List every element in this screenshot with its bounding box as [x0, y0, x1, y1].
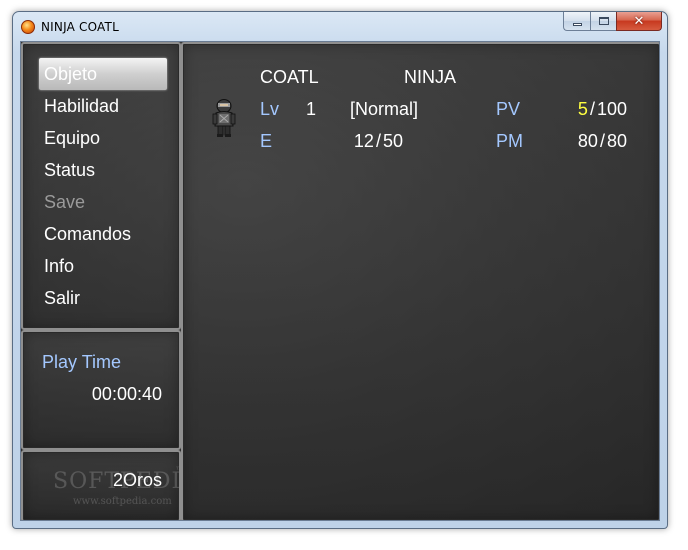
level-value: 1 — [306, 99, 317, 119]
close-icon: ✕ — [633, 13, 645, 29]
gold-window: SOFTPEDIA ™ www.softpedia.com 2 Oros — [21, 450, 181, 520]
menu-item-save: Save — [39, 186, 167, 218]
mp-readout: 80 / 80 — [547, 130, 627, 152]
menu-item-status[interactable]: Status — [39, 154, 167, 186]
app-window: NINJA COATL ✕ Objeto Habilidad Equipo St… — [12, 11, 668, 529]
menu-item-comandos[interactable]: Comandos — [39, 218, 167, 250]
exp-current: 12 — [353, 131, 374, 151]
menu-item-label: Save — [44, 192, 86, 212]
mp-label: PM — [496, 131, 523, 151]
ninja-character-sprite — [212, 99, 236, 137]
actor-name: COATL — [260, 67, 319, 87]
playtime-value: 00:00:40 — [91, 384, 162, 404]
menu-item-salir[interactable]: Salir — [39, 282, 167, 314]
playtime-window: Play Time 00:00:40 — [21, 330, 181, 450]
menu-item-habilidad[interactable]: Habilidad — [39, 90, 167, 122]
gold-amount: 2 Oros — [113, 469, 162, 491]
mp-current: 80 — [577, 131, 598, 151]
actor-class: NINJA — [404, 67, 457, 87]
exp-readout: 12 / 50 — [323, 130, 403, 152]
hp-readout: 5 / 100 — [547, 98, 627, 120]
menu-item-label: Equipo — [44, 128, 101, 148]
hp-max: 100 — [596, 99, 627, 119]
playtime-label: Play Time — [42, 352, 122, 372]
party-status-window: COATL NINJA Lv 1 [Normal] PV 5 / 100 E 1… — [181, 42, 659, 520]
minimize-button[interactable] — [563, 12, 590, 31]
menu-item-label: Objeto — [44, 64, 98, 84]
mp-max: 80 — [606, 131, 627, 151]
maximize-icon — [598, 17, 609, 25]
title-bar[interactable]: NINJA COATL ✕ — [13, 12, 667, 41]
hp-label: PV — [496, 99, 521, 119]
maximize-button[interactable] — [590, 12, 616, 31]
game-screen[interactable]: Objeto Habilidad Equipo Status Save Coma… — [20, 41, 660, 521]
window-controls: ✕ — [563, 12, 662, 31]
menu-item-label: Status — [44, 160, 96, 180]
command-menu: Objeto Habilidad Equipo Status Save Coma… — [21, 42, 181, 330]
menu-item-label: Info — [44, 256, 75, 276]
menu-item-info[interactable]: Info — [39, 250, 167, 282]
hp-current: 5 — [577, 99, 588, 119]
menu-item-objeto[interactable]: Objeto — [39, 58, 167, 90]
watermark-url: www.softpedia.com — [73, 496, 172, 507]
menu-item-label: Comandos — [44, 224, 132, 244]
exp-next: 50 — [382, 131, 403, 151]
menu-item-label: Habilidad — [44, 96, 120, 116]
exp-separator: / — [375, 131, 381, 151]
gold-value: 2 — [112, 470, 123, 490]
menu-item-label: Salir — [44, 288, 81, 308]
mp-separator: / — [599, 131, 605, 151]
close-button[interactable]: ✕ — [616, 12, 662, 31]
menu-item-equipo[interactable]: Equipo — [39, 122, 167, 154]
gold-unit: Oros — [122, 470, 162, 490]
hp-separator: / — [589, 99, 595, 119]
window-title: NINJA COATL — [41, 20, 119, 34]
level-label: Lv — [260, 99, 280, 119]
exp-label: E — [260, 131, 273, 151]
app-orb-icon[interactable] — [21, 20, 35, 34]
condition-state: [Normal] — [350, 99, 419, 119]
minimize-icon — [572, 22, 582, 26]
